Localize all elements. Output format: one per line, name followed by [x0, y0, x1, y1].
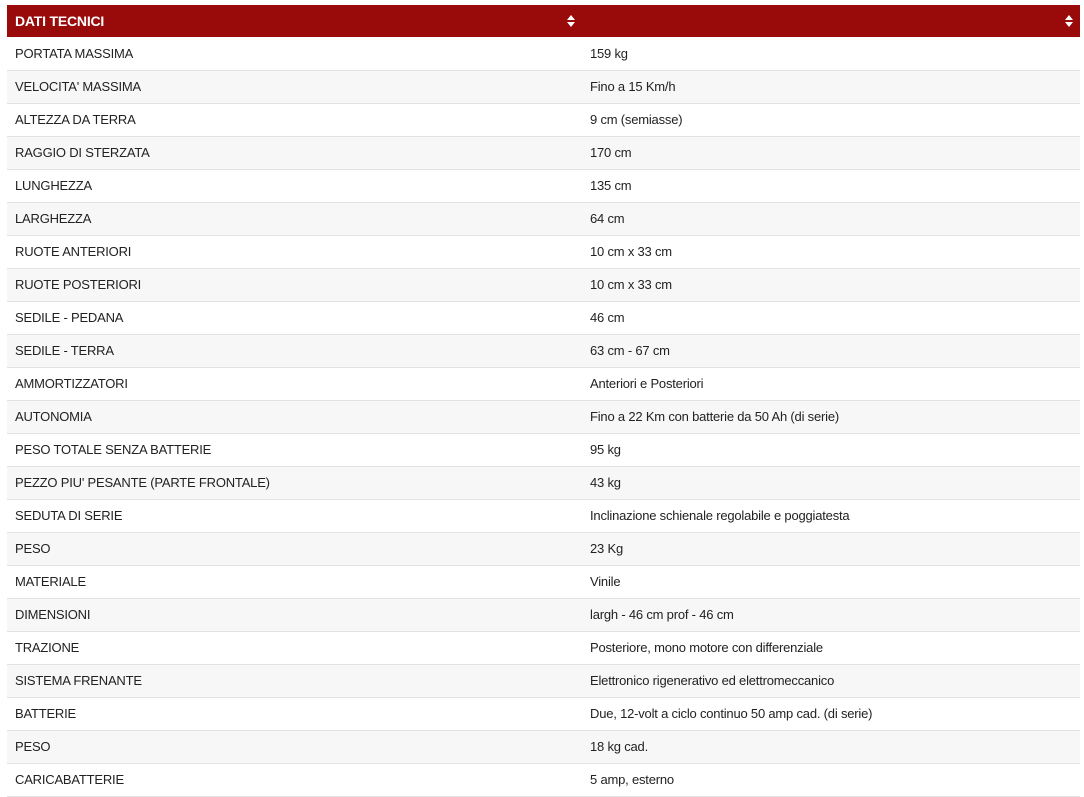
- spec-value: 9 cm (semiasse): [582, 103, 1080, 137]
- column-header-feature[interactable]: DATI TECNICI: [7, 5, 582, 37]
- table-header-row: DATI TECNICI: [7, 5, 1080, 37]
- column-header-value[interactable]: [582, 5, 1080, 37]
- spec-value: 5 amp, esterno: [582, 763, 1080, 797]
- table-row: RAGGIO DI STERZATA 170 cm: [7, 136, 1080, 170]
- table-row: MATERIALE Vinile: [7, 565, 1080, 599]
- spec-value: Due, 12-volt a ciclo continuo 50 amp cad…: [582, 697, 1080, 731]
- spec-label: MATERIALE: [7, 565, 582, 599]
- spec-label: RUOTE POSTERIORI: [7, 268, 582, 302]
- spec-value: 63 cm - 67 cm: [582, 334, 1080, 368]
- spec-label: PESO: [7, 730, 582, 764]
- table-row: AMMORTIZZATORI Anteriori e Posteriori: [7, 367, 1080, 401]
- sort-arrows-icon[interactable]: [1065, 15, 1073, 27]
- spec-label: PORTATA MASSIMA: [7, 37, 582, 71]
- table-body: PORTATA MASSIMA 159 kg VELOCITA' MASSIMA Fi…: [7, 37, 1080, 797]
- table-row: DIMENSIONI largh - 46 cm prof - 46 cm: [7, 598, 1080, 632]
- spec-label: RUOTE ANTERIORI: [7, 235, 582, 269]
- spec-label: RAGGIO DI STERZATA: [7, 136, 582, 170]
- spec-label: PEZZO PIU' PESANTE (PARTE FRONTALE): [7, 466, 582, 500]
- spec-value: 170 cm: [582, 136, 1080, 170]
- spec-value: 10 cm x 33 cm: [582, 235, 1080, 269]
- technical-data-table-container: DATI TECNICI PORTATA MASSIMA 159 kg VELOCI…: [7, 5, 1080, 797]
- table-row: PORTATA MASSIMA 159 kg: [7, 37, 1080, 71]
- table-row: SISTEMA FRENANTE Elettronico rigenerativo…: [7, 664, 1080, 698]
- spec-value: 43 kg: [582, 466, 1080, 500]
- table-row: RUOTE POSTERIORI 10 cm x 33 cm: [7, 268, 1080, 302]
- spec-label: TRAZIONE: [7, 631, 582, 665]
- table-row: ALTEZZA DA TERRA 9 cm (semiasse): [7, 103, 1080, 137]
- table-row: LUNGHEZZA 135 cm: [7, 169, 1080, 203]
- table-row: PESO 18 kg cad.: [7, 730, 1080, 764]
- table-row: SEDUTA DI SERIE Inclinazione schienale re…: [7, 499, 1080, 533]
- spec-label: SEDUTA DI SERIE: [7, 499, 582, 533]
- spec-label: VELOCITA' MASSIMA: [7, 70, 582, 104]
- table-row: BATTERIE Due, 12-volt a ciclo continuo 50…: [7, 697, 1080, 731]
- spec-label: AMMORTIZZATORI: [7, 367, 582, 401]
- spec-value: largh - 46 cm prof - 46 cm: [582, 598, 1080, 632]
- spec-value: 64 cm: [582, 202, 1080, 236]
- spec-label: CARICABATTERIE: [7, 763, 582, 797]
- spec-label: SISTEMA FRENANTE: [7, 664, 582, 698]
- spec-value: 159 kg: [582, 37, 1080, 71]
- spec-value: Vinile: [582, 565, 1080, 599]
- spec-label: LARGHEZZA: [7, 202, 582, 236]
- spec-label: LUNGHEZZA: [7, 169, 582, 203]
- spec-value: 10 cm x 33 cm: [582, 268, 1080, 302]
- spec-value: Inclinazione schienale regolabile e pogg…: [582, 499, 1080, 533]
- column-header-label: DATI TECNICI: [15, 13, 105, 29]
- sort-arrows-icon[interactable]: [567, 15, 575, 27]
- spec-label: AUTONOMIA: [7, 400, 582, 434]
- spec-value: Posteriore, mono motore con differenzial…: [582, 631, 1080, 665]
- spec-value: Elettronico rigenerativo ed elettromecca…: [582, 664, 1080, 698]
- spec-value: Fino a 15 Km/h: [582, 70, 1080, 104]
- spec-value: 95 kg: [582, 433, 1080, 467]
- table-row: CARICABATTERIE 5 amp, esterno: [7, 763, 1080, 797]
- spec-value: Fino a 22 Km con batterie da 50 Ah (di s…: [582, 400, 1080, 434]
- spec-label: BATTERIE: [7, 697, 582, 731]
- table-row: RUOTE ANTERIORI 10 cm x 33 cm: [7, 235, 1080, 269]
- table-row: PEZZO PIU' PESANTE (PARTE FRONTALE) 43 kg: [7, 466, 1080, 500]
- spec-label: PESO: [7, 532, 582, 566]
- technical-data-table: DATI TECNICI PORTATA MASSIMA 159 kg VELOCI…: [7, 5, 1080, 797]
- spec-label: DIMENSIONI: [7, 598, 582, 632]
- spec-label: PESO TOTALE SENZA BATTERIE: [7, 433, 582, 467]
- spec-label: SEDILE - TERRA: [7, 334, 582, 368]
- spec-value: 135 cm: [582, 169, 1080, 203]
- spec-label: ALTEZZA DA TERRA: [7, 103, 582, 137]
- spec-label: SEDILE - PEDANA: [7, 301, 582, 335]
- table-row: LARGHEZZA 64 cm: [7, 202, 1080, 236]
- table-row: PESO TOTALE SENZA BATTERIE 95 kg: [7, 433, 1080, 467]
- table-row: PESO 23 Kg: [7, 532, 1080, 566]
- table-row: AUTONOMIA Fino a 22 Km con batterie da 50…: [7, 400, 1080, 434]
- table-row: VELOCITA' MASSIMA Fino a 15 Km/h: [7, 70, 1080, 104]
- spec-value: 23 Kg: [582, 532, 1080, 566]
- spec-value: Anteriori e Posteriori: [582, 367, 1080, 401]
- spec-value: 18 kg cad.: [582, 730, 1080, 764]
- spec-value: 46 cm: [582, 301, 1080, 335]
- table-row: SEDILE - PEDANA 46 cm: [7, 301, 1080, 335]
- table-row: SEDILE - TERRA 63 cm - 67 cm: [7, 334, 1080, 368]
- table-row: TRAZIONE Posteriore, mono motore con diff…: [7, 631, 1080, 665]
